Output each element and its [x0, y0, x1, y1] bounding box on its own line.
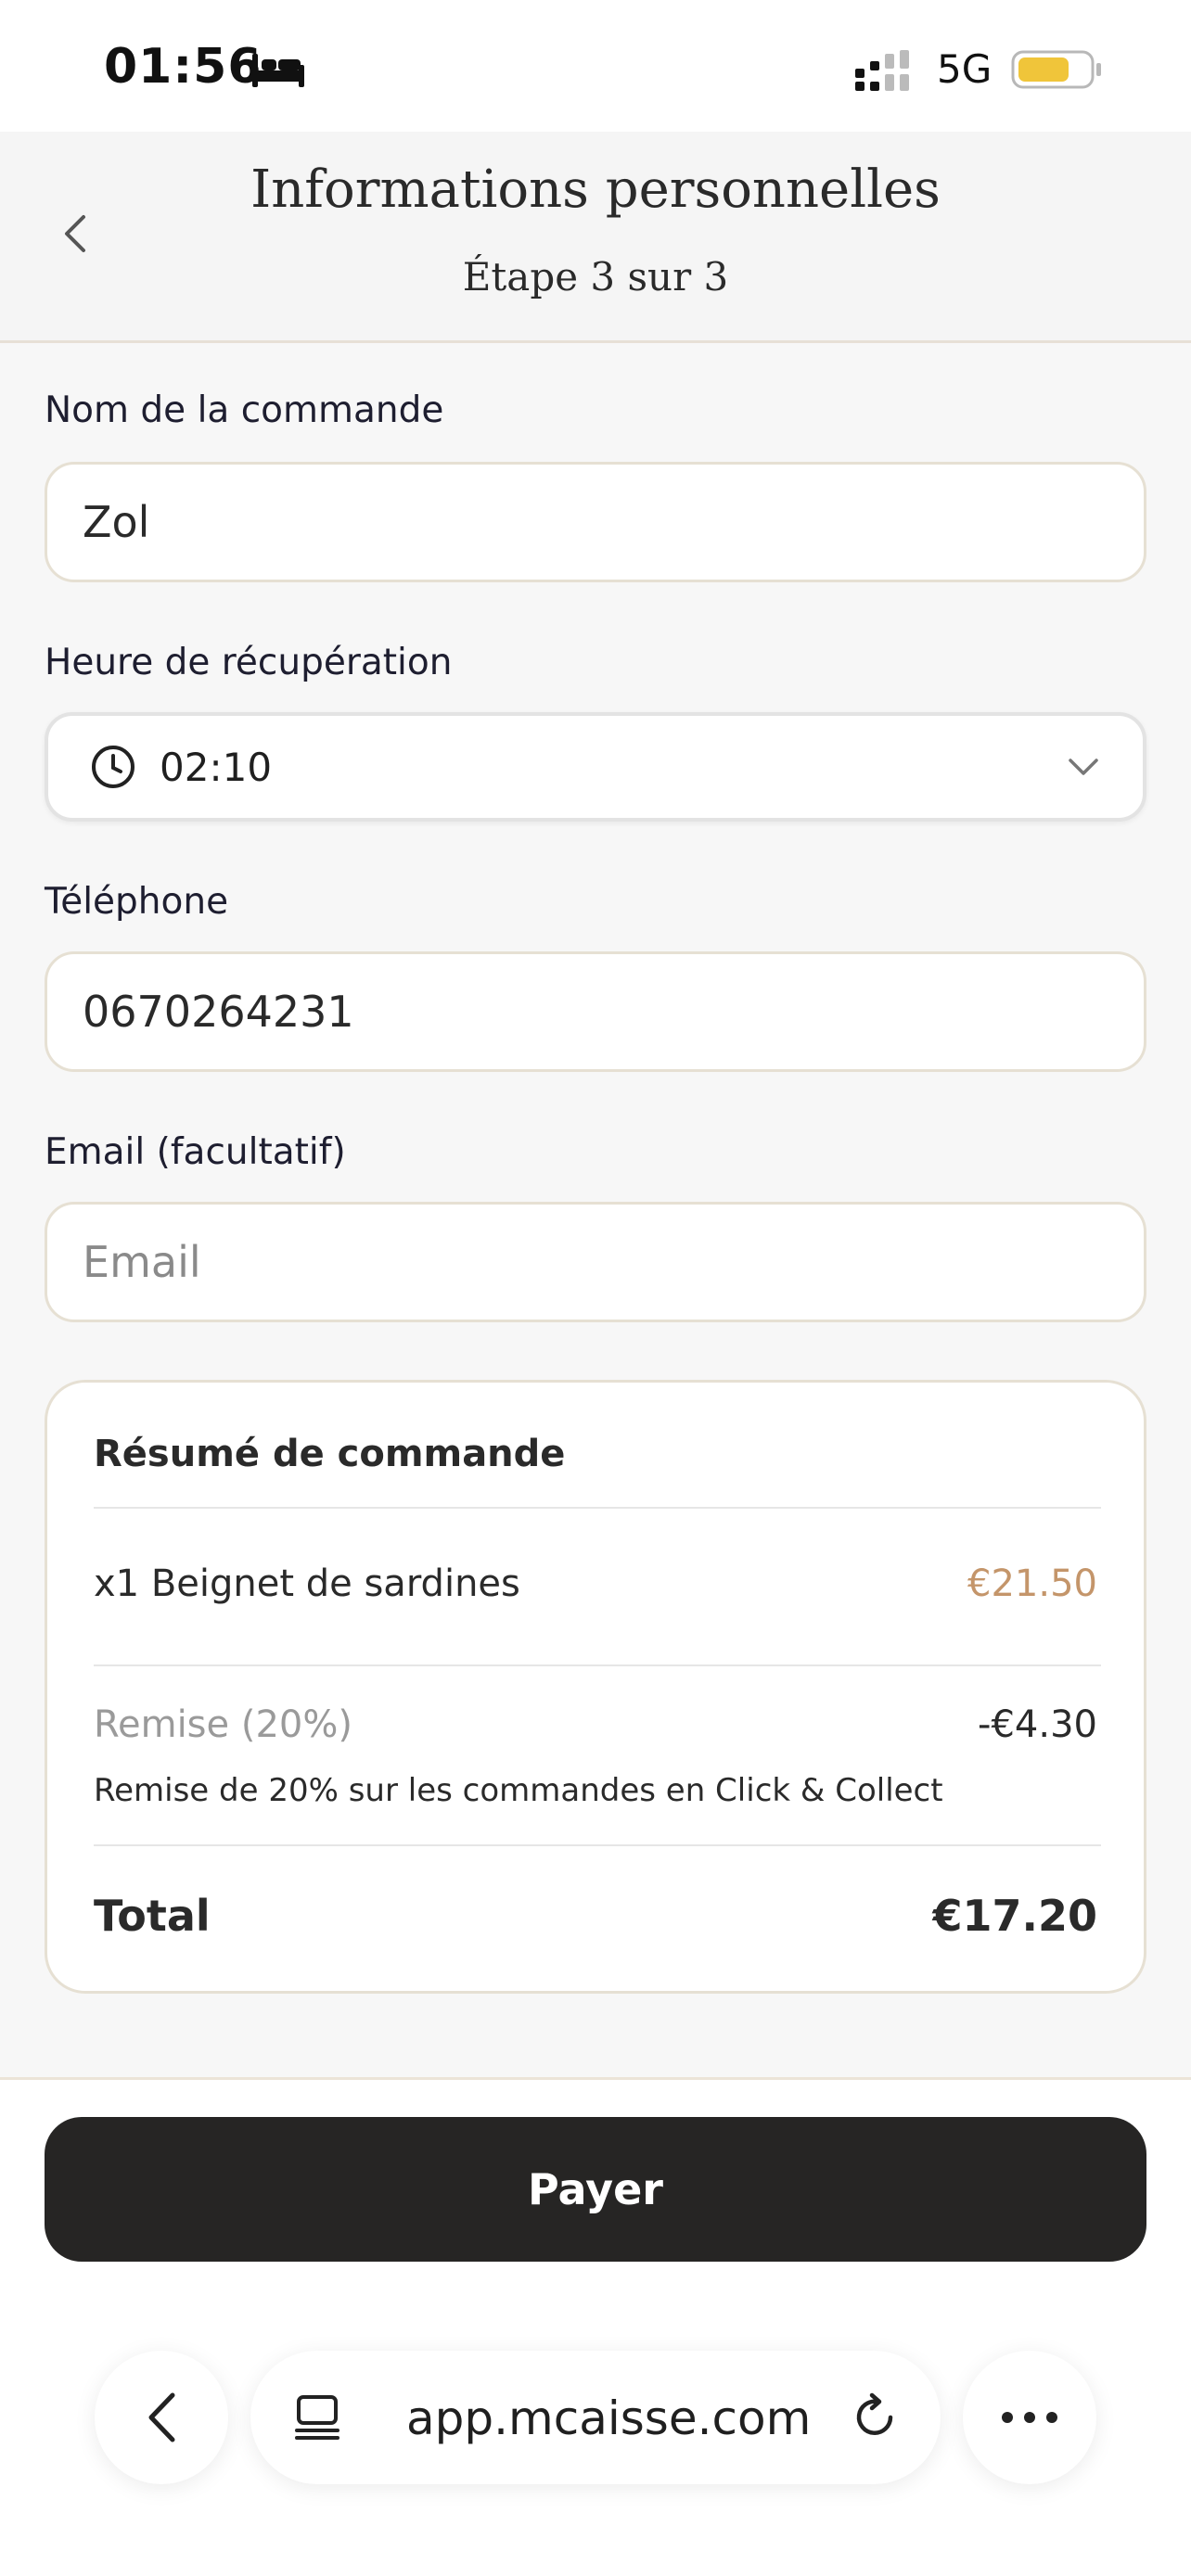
url-text: app.mcaisse.com: [406, 2391, 812, 2445]
reload-icon[interactable]: [850, 2391, 900, 2442]
order-name-input[interactable]: [45, 462, 1146, 582]
more-options-button[interactable]: [963, 2351, 1096, 2484]
phone-input[interactable]: [45, 951, 1146, 1072]
browser-back-button[interactable]: [95, 2351, 228, 2484]
summary-divider: [94, 1664, 1101, 1666]
page-header: Informations personnelles Étape 3 sur 3: [0, 132, 1191, 343]
chevron-left-icon: [148, 2392, 175, 2442]
total-label: Total: [94, 1891, 211, 1941]
tabs-icon: [295, 2395, 339, 2440]
address-bar[interactable]: app.mcaisse.com: [250, 2351, 941, 2484]
status-bar: 01:56 5G: [0, 0, 1191, 132]
pickup-time-value: 02:10: [160, 744, 273, 790]
summary-item-price: €21.50: [967, 1562, 1097, 1605]
order-summary-card: Résumé de commande x1 Beignet de sardine…: [45, 1380, 1146, 1994]
clock-icon: [92, 746, 134, 788]
summary-divider: [94, 1844, 1101, 1846]
battery-icon: [1011, 50, 1101, 89]
discount-description: Remise de 20% sur les commandes en Click…: [94, 1772, 943, 1809]
email-input[interactable]: [45, 1202, 1146, 1322]
screen: 01:56 5G Informations personnelles Étape…: [0, 0, 1191, 2576]
summary-divider: [94, 1507, 1101, 1509]
page-title: Informations personnelles: [250, 159, 941, 220]
discount-amount: -€4.30: [978, 1703, 1097, 1746]
discount-label: Remise (20%): [94, 1703, 352, 1746]
summary-title: Résumé de commande: [94, 1433, 566, 1475]
step-indicator: Étape 3 sur 3: [462, 254, 729, 300]
chevron-down-icon: [1069, 759, 1098, 775]
network-label: 5G: [937, 46, 992, 92]
total-amount: €17.20: [932, 1891, 1097, 1941]
status-time: 01:56: [104, 39, 263, 95]
summary-item-name: x1 Beignet de sardines: [94, 1562, 520, 1605]
signal-icon: [855, 50, 909, 91]
pickup-time-label: Heure de récupération: [45, 642, 453, 683]
bed-icon: [252, 54, 304, 87]
pickup-time-select[interactable]: 02:10: [45, 712, 1146, 822]
email-label: Email (facultatif): [45, 1131, 346, 1173]
pay-button[interactable]: Payer: [45, 2117, 1146, 2262]
more-dots-icon: [1002, 2412, 1057, 2423]
phone-label: Téléphone: [45, 881, 229, 923]
bottom-action-area: Payer app.mcaisse.com: [0, 2077, 1191, 2576]
order-name-label: Nom de la commande: [45, 389, 444, 431]
